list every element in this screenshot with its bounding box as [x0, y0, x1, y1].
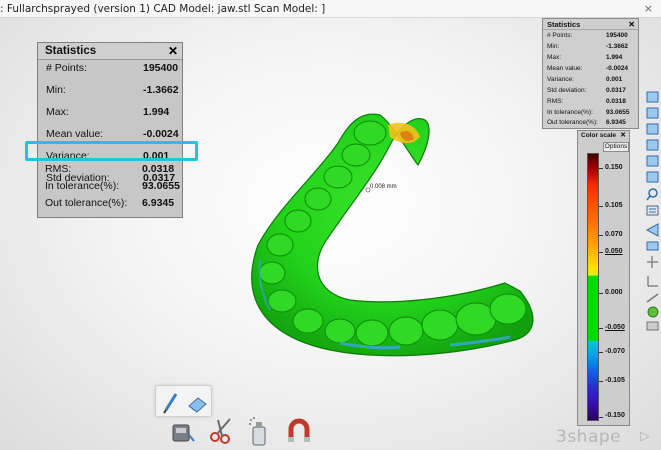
scale-tick-label: 0.150 — [605, 164, 623, 171]
view-top-icon[interactable] — [646, 155, 659, 167]
close-icon[interactable]: ✕ — [628, 19, 635, 30]
close-icon[interactable]: ✕ — [620, 131, 626, 141]
view-front-icon[interactable] — [646, 91, 659, 103]
scale-tick-label: -0.070 — [605, 348, 625, 355]
pen-icon[interactable] — [163, 393, 178, 414]
statistics-panel-small: Statistics ✕ # Points: 195400 Min: -1.3662… — [542, 18, 639, 129]
window-title-bar: : Fullarchsprayed (version 1) CAD Model:… — [0, 0, 661, 18]
settings-icon[interactable] — [646, 321, 659, 331]
model-annotation: 0.008 mm — [370, 184, 397, 190]
scale-tick-label: 0.050 — [605, 248, 623, 255]
eraser-icon[interactable] — [188, 397, 207, 413]
spray-can-icon[interactable] — [247, 415, 273, 447]
view-left-icon[interactable] — [646, 123, 659, 135]
window-title: : Fullarchsprayed (version 1) CAD Model:… — [0, 3, 326, 15]
axis-icon[interactable] — [647, 276, 658, 287]
view-bottom-icon[interactable] — [646, 171, 659, 183]
scale-tick-label: -0.150 — [605, 412, 625, 419]
view-back-icon[interactable] — [646, 107, 659, 119]
color-gradient-bar — [587, 153, 599, 421]
jaw-model-mesh[interactable] — [220, 95, 540, 385]
close-icon[interactable]: ✕ — [168, 43, 178, 60]
scan-tool-icon[interactable] — [170, 415, 196, 445]
statistics-panel-title: Statistics — [38, 43, 182, 60]
std-deviation-highlight — [25, 141, 198, 161]
cut-icon[interactable] — [645, 223, 659, 237]
list-icon[interactable] — [646, 205, 659, 216]
texture-icon[interactable] — [647, 306, 659, 318]
view-right-icon[interactable] — [646, 139, 659, 151]
scale-tick-label: 0.105 — [605, 202, 623, 209]
scale-tick-label: 0.000 — [605, 289, 623, 296]
jaw-model-viewport[interactable]: 0.008 mm — [220, 95, 540, 389]
tool-popup — [155, 385, 212, 417]
window-close-icon[interactable]: × — [644, 2, 653, 16]
move-icon[interactable] — [647, 256, 658, 268]
options-button[interactable]: Options — [603, 142, 629, 152]
scale-tick-label: -0.050 — [605, 324, 625, 331]
brand-logo-mark: ▷ — [640, 429, 650, 444]
view-toolbar — [644, 90, 661, 340]
scale-tick-label: 0.070 — [605, 231, 623, 238]
statistics-panel-small-title: Statistics — [543, 19, 638, 30]
camera-icon[interactable] — [646, 241, 659, 251]
magnet-icon[interactable] — [285, 415, 313, 445]
scale-tick-label: -0.105 — [605, 377, 625, 384]
brand-logo: 3shape — [556, 427, 622, 447]
color-scale-panel: Color scale ✕ Options 0.150 0.105 0.070 … — [577, 130, 630, 426]
scissors-icon[interactable] — [208, 415, 236, 445]
zoom-icon[interactable] — [646, 188, 658, 201]
measure-icon[interactable] — [646, 293, 659, 303]
